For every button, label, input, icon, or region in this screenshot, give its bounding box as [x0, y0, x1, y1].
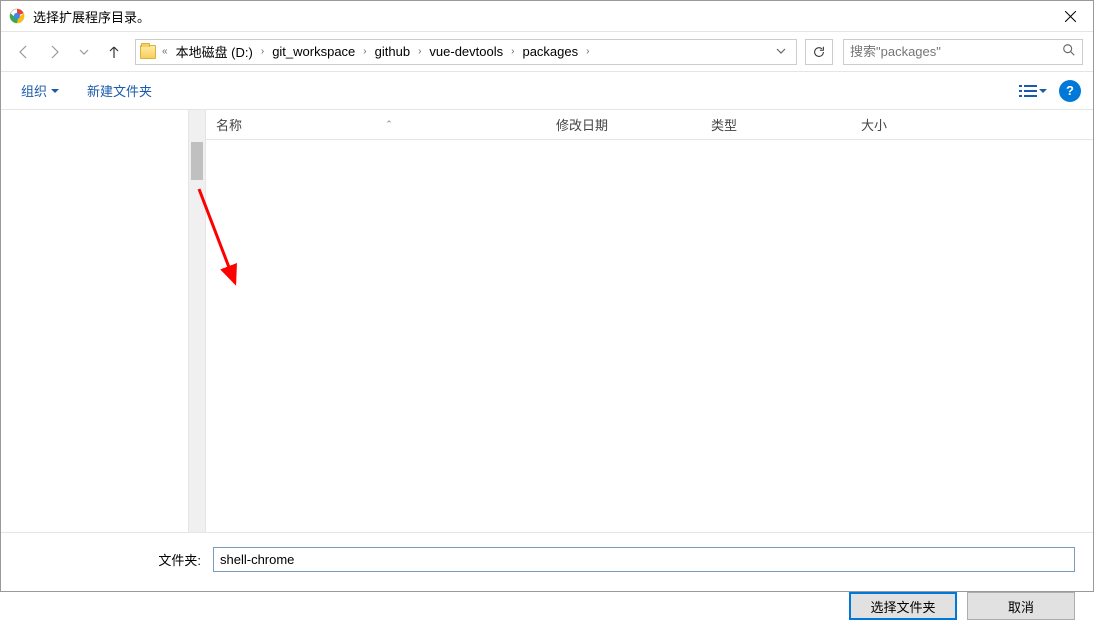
toolbar: 组织 新建文件夹 ?: [1, 72, 1093, 110]
col-size[interactable]: 大小: [851, 110, 951, 139]
breadcrumb-dropdown[interactable]: [770, 44, 792, 59]
organize-label: 组织: [21, 81, 47, 100]
breadcrumb-part[interactable]: github: [371, 42, 414, 61]
refresh-button[interactable]: [805, 39, 833, 65]
chevron-icon: ›: [414, 46, 425, 57]
footer: 文件夹: 选择文件夹 取消: [1, 532, 1093, 630]
back-button[interactable]: [11, 39, 37, 65]
chevron-icon: ›: [507, 46, 518, 57]
col-type-label: 类型: [711, 115, 737, 134]
help-button[interactable]: ?: [1059, 80, 1081, 102]
chevron-down-icon: [1039, 87, 1047, 95]
folder-name-input[interactable]: [213, 547, 1075, 572]
new-folder-button[interactable]: 新建文件夹: [79, 77, 160, 104]
breadcrumb-part[interactable]: git_workspace: [268, 42, 359, 61]
file-list: 名称 ⌃ 修改日期 类型 大小: [206, 110, 1093, 532]
organize-menu[interactable]: 组织: [13, 77, 67, 104]
chevron-icon: ›: [257, 46, 268, 57]
window-title: 选择扩展程序目录。: [33, 7, 1048, 26]
col-name[interactable]: 名称 ⌃: [206, 110, 546, 139]
col-date-label: 修改日期: [556, 115, 608, 134]
col-name-label: 名称: [216, 115, 242, 134]
breadcrumb[interactable]: « 本地磁盘 (D:) › git_workspace › github › v…: [135, 39, 797, 65]
search-icon[interactable]: [1062, 43, 1076, 60]
breadcrumb-part[interactable]: 本地磁盘 (D:): [172, 40, 257, 63]
select-folder-button[interactable]: 选择文件夹: [849, 592, 957, 620]
folder-field-label: 文件夹:: [19, 550, 207, 569]
up-button[interactable]: [101, 39, 127, 65]
col-size-label: 大小: [861, 115, 887, 134]
sidebar[interactable]: [1, 110, 189, 532]
breadcrumb-part[interactable]: vue-devtools: [425, 42, 507, 61]
main-area: 名称 ⌃ 修改日期 类型 大小: [1, 110, 1093, 532]
titlebar: 选择扩展程序目录。: [1, 1, 1093, 32]
column-header: 名称 ⌃ 修改日期 类型 大小: [206, 110, 1093, 140]
search-box[interactable]: [843, 39, 1083, 65]
breadcrumb-part[interactable]: packages: [518, 42, 582, 61]
content-scrollbar[interactable]: [189, 110, 206, 532]
recent-dropdown[interactable]: [71, 39, 97, 65]
forward-button[interactable]: [41, 39, 67, 65]
chevron-icon: ›: [359, 46, 370, 57]
app-icon: [9, 8, 25, 24]
navbar: « 本地磁盘 (D:) › git_workspace › github › v…: [1, 32, 1093, 72]
col-type[interactable]: 类型: [701, 110, 851, 139]
col-date[interactable]: 修改日期: [546, 110, 701, 139]
chevron-down-icon: [51, 87, 59, 95]
sort-indicator-icon: ⌃: [385, 119, 393, 130]
chevron-icon: «: [158, 46, 172, 57]
chevron-icon: ›: [582, 46, 593, 57]
close-button[interactable]: [1048, 1, 1093, 31]
search-input[interactable]: [850, 44, 1062, 59]
view-mode-button[interactable]: [1019, 84, 1047, 98]
folder-icon: [140, 44, 156, 60]
new-folder-label: 新建文件夹: [87, 81, 152, 100]
cancel-button[interactable]: 取消: [967, 592, 1075, 620]
